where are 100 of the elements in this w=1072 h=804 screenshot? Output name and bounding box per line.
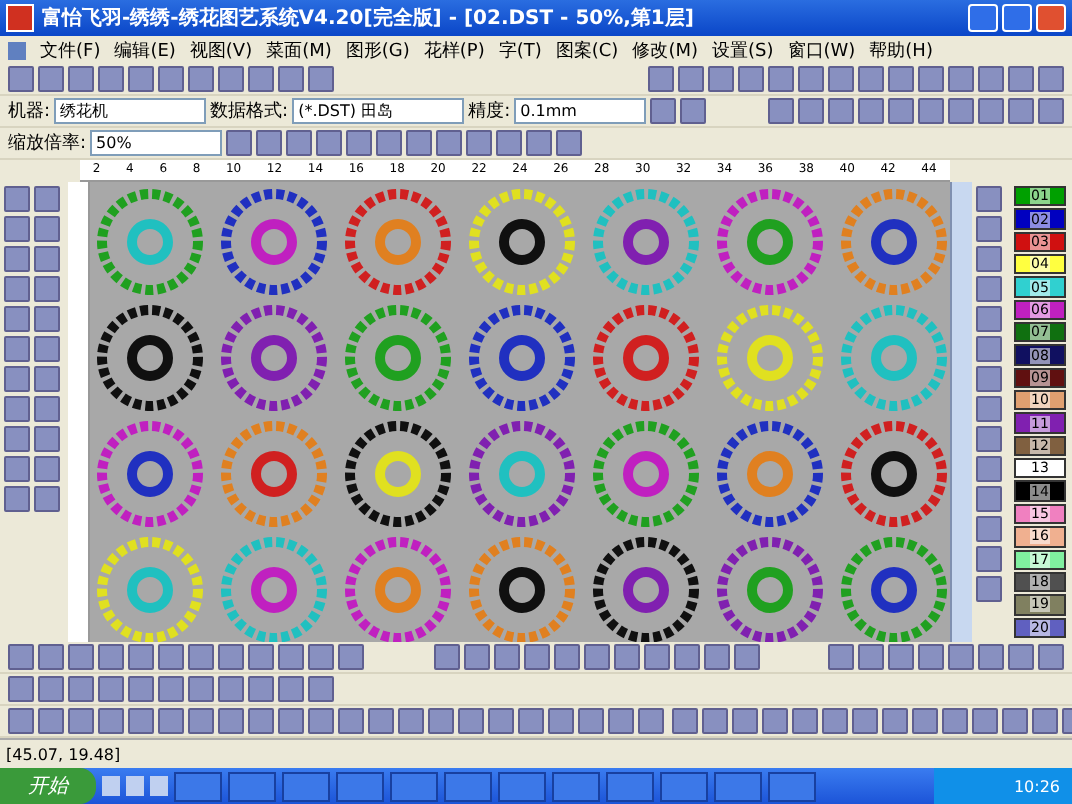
toolbar-icon[interactable]	[556, 130, 583, 156]
toolbar-icon[interactable]	[436, 130, 463, 156]
tool-icon[interactable]	[4, 216, 30, 242]
tool-icon[interactable]	[34, 246, 60, 272]
taskbar-button[interactable]	[498, 771, 546, 801]
tool-icon[interactable]	[34, 306, 60, 332]
menu-item[interactable]: 帮助(H)	[869, 37, 933, 63]
taskbar-button[interactable]	[444, 771, 492, 801]
toolbar-icon[interactable]	[256, 130, 283, 156]
zoom-label: 缩放倍率:	[8, 131, 87, 156]
tool-icon[interactable]	[4, 306, 30, 332]
tool-icon[interactable]	[976, 516, 1002, 542]
tool-icon[interactable]	[976, 396, 1002, 422]
toolbar-icon[interactable]	[680, 98, 707, 124]
tool-icon[interactable]	[976, 276, 1002, 302]
toolbar-icon[interactable]	[493, 644, 519, 670]
precision-label: 精度:	[468, 99, 511, 124]
menu-item[interactable]: 花样(P)	[423, 37, 485, 63]
format-dropdown[interactable]: (*.DST) 田岛	[292, 98, 465, 124]
machine-dropdown[interactable]: 绣花机	[54, 98, 207, 124]
toolbar-icon[interactable]	[523, 644, 549, 670]
clock: 10:26	[1013, 777, 1060, 795]
menu-item[interactable]: 修改(M)	[632, 37, 698, 63]
precision-dropdown[interactable]: 0.1mm	[514, 98, 647, 124]
tool-icon[interactable]	[4, 336, 30, 362]
tool-icon[interactable]	[34, 336, 60, 362]
minimize-button[interactable]	[968, 4, 998, 32]
toolbar-icon[interactable]	[733, 644, 759, 670]
toolbar-icon[interactable]	[466, 130, 493, 156]
tool-icon[interactable]	[4, 246, 30, 272]
tool-icon[interactable]	[4, 486, 30, 512]
taskbar-button[interactable]	[390, 771, 438, 801]
taskbar-button[interactable]	[336, 771, 384, 801]
menu-item[interactable]: 文件(F)	[40, 37, 101, 63]
toolbar-icon[interactable]	[673, 644, 699, 670]
toolbar-icon[interactable]	[613, 644, 639, 670]
tool-icon[interactable]	[34, 486, 60, 512]
tool-icon[interactable]	[34, 216, 60, 242]
tool-icon[interactable]	[976, 336, 1002, 362]
zoom-dropdown[interactable]: 50%	[90, 130, 223, 156]
tool-icon[interactable]	[4, 366, 30, 392]
toolbar-icon[interactable]	[406, 130, 433, 156]
taskbar-button[interactable]	[606, 771, 654, 801]
taskbar-button[interactable]	[768, 771, 816, 801]
tool-icon[interactable]	[976, 426, 1002, 452]
tool-icon[interactable]	[34, 396, 60, 422]
taskbar-button[interactable]	[228, 771, 276, 801]
tool-icon[interactable]	[976, 576, 1002, 602]
taskbar-button[interactable]	[660, 771, 708, 801]
taskbar-button[interactable]	[174, 771, 222, 801]
toolbar-icon[interactable]	[553, 644, 579, 670]
toolbar-icon[interactable]	[346, 130, 373, 156]
tool-icon[interactable]	[976, 216, 1002, 242]
menu-item[interactable]: 图形(G)	[345, 37, 410, 63]
taskbar-button[interactable]	[282, 771, 330, 801]
tool-icon[interactable]	[4, 456, 30, 482]
menu-item[interactable]: 编辑(E)	[114, 37, 176, 63]
format-label: 数据格式:	[210, 99, 289, 124]
tool-icon[interactable]	[34, 366, 60, 392]
tool-icon[interactable]	[976, 366, 1002, 392]
toolbar-icon[interactable]	[316, 130, 343, 156]
toolbar-icon[interactable]	[650, 98, 677, 124]
toolbar-icon[interactable]	[463, 644, 489, 670]
tool-icon[interactable]	[976, 306, 1002, 332]
toolbar-icon[interactable]	[376, 130, 403, 156]
menu-item[interactable]: 图案(C)	[555, 37, 619, 63]
tool-icon[interactable]	[34, 456, 60, 482]
menu-item[interactable]: 窗口(W)	[787, 37, 856, 63]
vertical-scrollbar[interactable]	[950, 182, 972, 642]
tool-icon[interactable]	[976, 486, 1002, 512]
toolbar-icon[interactable]	[583, 644, 609, 670]
tool-icon[interactable]	[34, 186, 60, 212]
toolbar-icon[interactable]	[703, 644, 729, 670]
menu-item[interactable]: 字(T)	[498, 37, 542, 63]
toolbar-icon[interactable]	[496, 130, 523, 156]
tool-icon[interactable]	[4, 186, 30, 212]
toolbar-icon[interactable]	[643, 644, 669, 670]
tool-icon[interactable]	[976, 456, 1002, 482]
taskbar-button[interactable]	[552, 771, 600, 801]
document-icon	[8, 41, 26, 59]
tool-icon[interactable]	[976, 546, 1002, 572]
cursor-coordinates: [45.07, 19.48]	[6, 745, 121, 763]
tool-icon[interactable]	[34, 276, 60, 302]
tool-icon[interactable]	[976, 186, 1002, 212]
toolbar-icon[interactable]	[433, 644, 459, 670]
maximize-button[interactable]	[1002, 4, 1032, 32]
toolbar-icon[interactable]	[286, 130, 313, 156]
tool-icon[interactable]	[4, 396, 30, 422]
menu-item[interactable]: 设置(S)	[712, 37, 774, 63]
close-button[interactable]	[1036, 4, 1066, 32]
tool-icon[interactable]	[34, 426, 60, 452]
start-button[interactable]: 开始	[0, 768, 96, 804]
menu-item[interactable]: 菜面(M)	[266, 37, 332, 63]
tool-icon[interactable]	[976, 246, 1002, 272]
toolbar-icon[interactable]	[226, 130, 253, 156]
taskbar-button[interactable]	[714, 771, 762, 801]
menu-item[interactable]: 视图(V)	[189, 37, 253, 63]
tool-icon[interactable]	[4, 276, 30, 302]
toolbar-icon[interactable]	[526, 130, 553, 156]
tool-icon[interactable]	[4, 426, 30, 452]
